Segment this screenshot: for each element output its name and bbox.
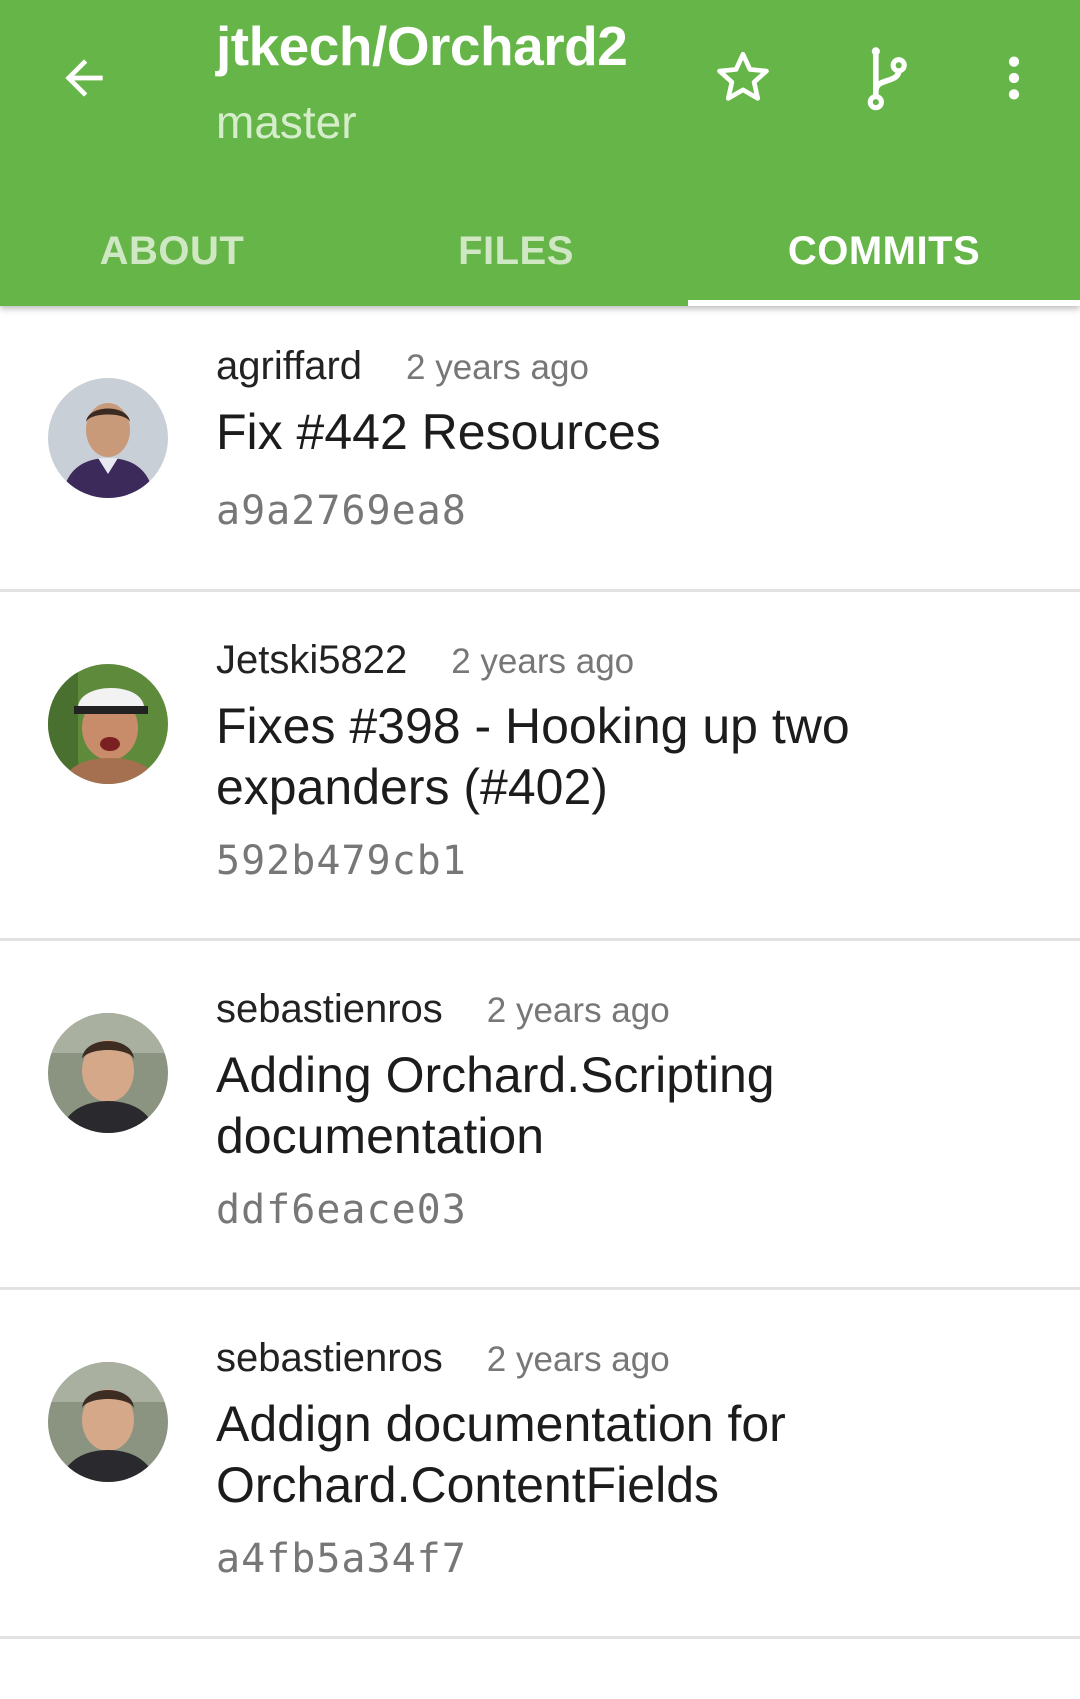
person-avatar-icon bbox=[48, 664, 168, 784]
repo-title: jtkech/Orchard2 bbox=[216, 15, 628, 77]
commit-time: 2 years ago bbox=[486, 1340, 670, 1379]
more-vertical-icon bbox=[1008, 56, 1020, 100]
commit-row[interactable]: agriffard 2 years ago Fix #442 Resources … bbox=[0, 306, 1080, 592]
branch-name: master bbox=[216, 96, 357, 148]
avatar bbox=[48, 378, 168, 498]
commit-meta: sebastienros 2 years ago bbox=[216, 1336, 670, 1381]
commit-row[interactable]: Jetski5822 2 years ago Fixes #398 - Hooki… bbox=[0, 592, 1080, 941]
tab-commits[interactable]: COMMITS bbox=[688, 196, 1080, 306]
star-button[interactable] bbox=[695, 30, 791, 126]
more-options-button[interactable] bbox=[966, 30, 1062, 126]
avatar bbox=[48, 1362, 168, 1482]
commit-list: agriffard 2 years ago Fix #442 Resources … bbox=[0, 306, 1080, 1639]
commit-meta: agriffard 2 years ago bbox=[216, 344, 589, 389]
avatar bbox=[48, 664, 168, 784]
commit-meta: Jetski5822 2 years ago bbox=[216, 638, 634, 683]
commit-message: Fix #442 Resources bbox=[216, 404, 661, 460]
commit-row[interactable]: sebastienros 2 years ago Addign documenta… bbox=[0, 1290, 1080, 1639]
arrow-left-icon bbox=[65, 59, 103, 97]
commit-time: 2 years ago bbox=[406, 348, 589, 387]
commit-time: 2 years ago bbox=[486, 991, 670, 1030]
commit-sha: 592b479cb1 bbox=[216, 838, 467, 884]
tab-files[interactable]: FILES bbox=[344, 196, 688, 306]
commit-author[interactable]: Jetski5822 bbox=[216, 638, 407, 682]
commit-message: Adding Orchard.Scripting documentation bbox=[216, 1047, 775, 1164]
commit-author[interactable]: sebastienros bbox=[216, 1336, 443, 1380]
commit-row[interactable]: sebastienros 2 years ago Adding Orchard.S… bbox=[0, 941, 1080, 1290]
commit-sha: a9a2769ea8 bbox=[216, 488, 467, 534]
person-avatar-icon bbox=[48, 378, 168, 498]
star-outline-icon bbox=[717, 51, 769, 101]
commit-time: 2 years ago bbox=[451, 642, 635, 681]
commit-message: Fixes #398 - Hooking up two expanders (#… bbox=[216, 698, 850, 815]
tab-bar: ABOUT FILES COMMITS bbox=[0, 196, 1080, 306]
person-avatar-icon bbox=[48, 1013, 168, 1133]
commit-message: Addign documentation for Orchard.Content… bbox=[216, 1396, 786, 1513]
commit-meta: sebastienros 2 years ago bbox=[216, 987, 670, 1032]
commit-sha: a4fb5a34f7 bbox=[216, 1536, 467, 1582]
person-avatar-icon bbox=[48, 1362, 168, 1482]
app-bar: jtkech/Orchard2 master ABOUT FILES COMMI… bbox=[0, 0, 1080, 306]
tab-about[interactable]: ABOUT bbox=[0, 196, 344, 306]
avatar bbox=[48, 1013, 168, 1133]
commit-author[interactable]: agriffard bbox=[216, 344, 362, 388]
commit-sha: ddf6eace03 bbox=[216, 1187, 467, 1233]
back-button[interactable] bbox=[36, 30, 132, 126]
branch-button[interactable] bbox=[838, 30, 934, 126]
git-branch-icon bbox=[867, 47, 907, 111]
commit-author[interactable]: sebastienros bbox=[216, 987, 443, 1031]
active-tab-indicator bbox=[688, 300, 1080, 306]
